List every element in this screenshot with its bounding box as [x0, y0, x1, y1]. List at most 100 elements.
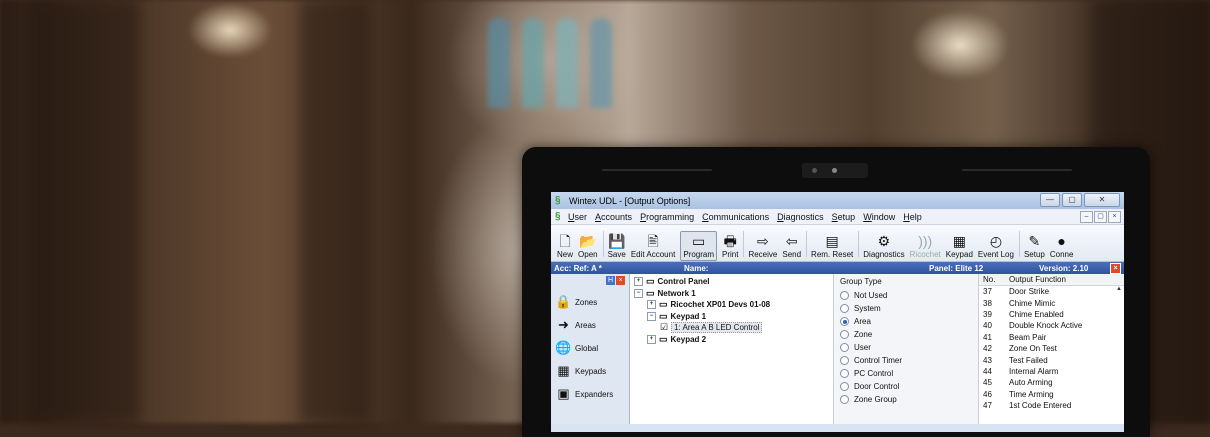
group-type-option[interactable]: System	[840, 302, 972, 315]
setup-button[interactable]: ✎ Setup	[1024, 232, 1045, 261]
mdi-minimize-button[interactable]: –	[1080, 211, 1093, 223]
output-row[interactable]: 43 Test Failed	[979, 354, 1124, 365]
close-account-icon[interactable]: ×	[1110, 263, 1121, 274]
close-button[interactable]: ✕	[1084, 193, 1120, 207]
program-button[interactable]: ▭ Program	[680, 231, 717, 261]
output-row[interactable]: 37 Door Strike	[979, 286, 1124, 297]
menu-programming[interactable]: Programming	[640, 212, 694, 222]
output-row[interactable]: 46 Time Arming	[979, 389, 1124, 400]
output-row[interactable]: 44 Internal Alarm	[979, 366, 1124, 377]
ricochet-button[interactable]: ))) Ricochet	[910, 232, 941, 261]
column-header-output-function: Output Function	[1009, 275, 1066, 284]
save-button[interactable]: 💾 Save	[608, 232, 626, 261]
minimize-button[interactable]: —	[1040, 193, 1060, 207]
ricochet-icon: )))	[918, 233, 933, 249]
tree-node[interactable]: + ▭ Ricochet XP01 Devs 01-08	[634, 299, 829, 311]
menu-setup[interactable]: Setup	[832, 212, 856, 222]
panel-type: Panel: Elite 12	[929, 263, 984, 273]
group-type-option[interactable]: Not Used	[840, 289, 972, 302]
menu-label-rest: elp	[909, 211, 922, 222]
mdi-close-button[interactable]: ×	[1108, 211, 1121, 223]
tree-node[interactable]: ☑ 1: Area A B LED Control	[634, 322, 829, 334]
tree-node[interactable]: − ▭ Keypad 1	[634, 311, 829, 323]
group-type-option-label: Door Control	[854, 382, 900, 391]
menu-diagnostics[interactable]: Diagnostics	[777, 212, 824, 222]
nav-close-icon[interactable]: ×	[616, 276, 625, 285]
menu-window[interactable]: Window	[863, 212, 895, 222]
maximize-button[interactable]: ▢	[1062, 193, 1082, 207]
output-row[interactable]: 39 Chime Enabled	[979, 309, 1124, 320]
output-row[interactable]: 47 1st Code Entered	[979, 400, 1124, 411]
nav-item-global[interactable]: 🌐 Global	[555, 337, 625, 359]
group-type-option[interactable]: PC Control	[840, 367, 972, 380]
group-type-option[interactable]: Control Timer	[840, 354, 972, 367]
group-type-option[interactable]: User	[840, 341, 972, 354]
mdi-restore-button[interactable]: ▢	[1094, 211, 1107, 223]
menu-communications[interactable]: Communications	[702, 212, 769, 222]
nav-item-label: Areas	[575, 320, 596, 330]
collapse-icon[interactable]: −	[634, 288, 643, 298]
title-bar: § Wintex UDL - [Output Options] — ▢ ✕	[551, 192, 1124, 209]
output-row[interactable]: 38 Chime Mimic	[979, 297, 1124, 308]
rem-reset-button[interactable]: ▤ Rem. Reset	[811, 232, 853, 261]
nav-item-keypads[interactable]: ▦ Keypads	[555, 360, 625, 382]
edit-account-button[interactable]: 🖹 Edit Account	[631, 232, 675, 261]
new-button[interactable]: 🗋 New	[557, 232, 573, 261]
menu-accounts[interactable]: Accounts	[595, 212, 632, 222]
toolbar-separator	[743, 231, 745, 257]
bezel-slot	[602, 169, 712, 171]
tree-node[interactable]: + ▭ Control Panel	[634, 276, 829, 288]
radio-button-icon[interactable]	[840, 343, 849, 352]
group-type-option[interactable]: Zone Group	[840, 393, 972, 406]
output-row[interactable]: 42 Zone On Test	[979, 343, 1124, 354]
conne-button[interactable]: ● Conne	[1050, 232, 1074, 261]
output-row[interactable]: 40 Double Knock Active	[979, 320, 1124, 331]
open-button[interactable]: 📂 Open	[578, 232, 598, 261]
toolbar-label: Conne	[1049, 250, 1074, 259]
radio-button-icon[interactable]	[840, 291, 849, 300]
output-function-list: No. Output Function ▲ 37 Door Strike 38 Chi…	[979, 274, 1124, 424]
nav-item-areas[interactable]: ➜ Areas	[555, 314, 625, 336]
nav-item-zones[interactable]: 🔒 Zones	[555, 291, 625, 313]
tree-node-label: Control Panel	[657, 277, 710, 287]
print-button[interactable]: 🖶 Print	[722, 232, 738, 261]
nav-pin-icon[interactable]: H	[606, 276, 615, 285]
scroll-up-arrow-icon[interactable]: ▲	[1116, 286, 1122, 292]
output-row[interactable]: 41 Beam Pair	[979, 332, 1124, 343]
diagnostics-button[interactable]: ⚙ Diagnostics	[863, 232, 904, 261]
output-number: 44	[983, 366, 992, 376]
radio-button-icon[interactable]	[840, 382, 849, 391]
radio-button-icon[interactable]	[840, 395, 849, 404]
keypad-button[interactable]: ▦ Keypad	[946, 232, 973, 261]
event-log-button[interactable]: ◴ Event Log	[978, 232, 1014, 261]
send-button[interactable]: ⇦ Send	[782, 232, 801, 261]
expand-icon[interactable]: +	[647, 334, 656, 344]
group-type-option[interactable]: Area	[840, 315, 972, 328]
expand-icon[interactable]: +	[634, 277, 643, 287]
menu-user[interactable]: User	[568, 212, 587, 222]
radio-button-icon[interactable]	[840, 330, 849, 339]
output-row[interactable]: 45 Auto Arming	[979, 377, 1124, 388]
radio-button-icon[interactable]	[840, 369, 849, 378]
tree-node[interactable]: + ▭ Keypad 2	[634, 334, 829, 346]
radio-button-icon[interactable]	[840, 356, 849, 365]
nav-item-expanders[interactable]: ▣ Expanders	[555, 383, 625, 405]
collapse-icon[interactable]: −	[647, 311, 656, 321]
tree-node-label: Network 1	[657, 288, 696, 298]
receive-button[interactable]: ⇨ Receive	[748, 232, 777, 261]
radio-button-icon[interactable]	[840, 304, 849, 313]
menu-help[interactable]: Help	[903, 212, 922, 222]
radio-button-icon[interactable]	[840, 317, 849, 326]
group-type-option[interactable]: Zone	[840, 328, 972, 341]
toolbar-label: Edit Account	[630, 250, 676, 259]
print-icon: 🖶	[723, 233, 737, 249]
group-type-option[interactable]: Door Control	[840, 380, 972, 393]
nav-item-label: Expanders	[575, 389, 614, 399]
group-type-option-label: Zone	[854, 330, 873, 339]
tree-node[interactable]: − ▭ Network 1	[634, 288, 829, 300]
save-icon: 💾	[607, 233, 626, 249]
webcam	[802, 163, 868, 178]
device-icon: ▭	[646, 276, 655, 287]
expand-icon[interactable]: +	[647, 300, 656, 310]
column-header-no: No.	[983, 275, 996, 284]
